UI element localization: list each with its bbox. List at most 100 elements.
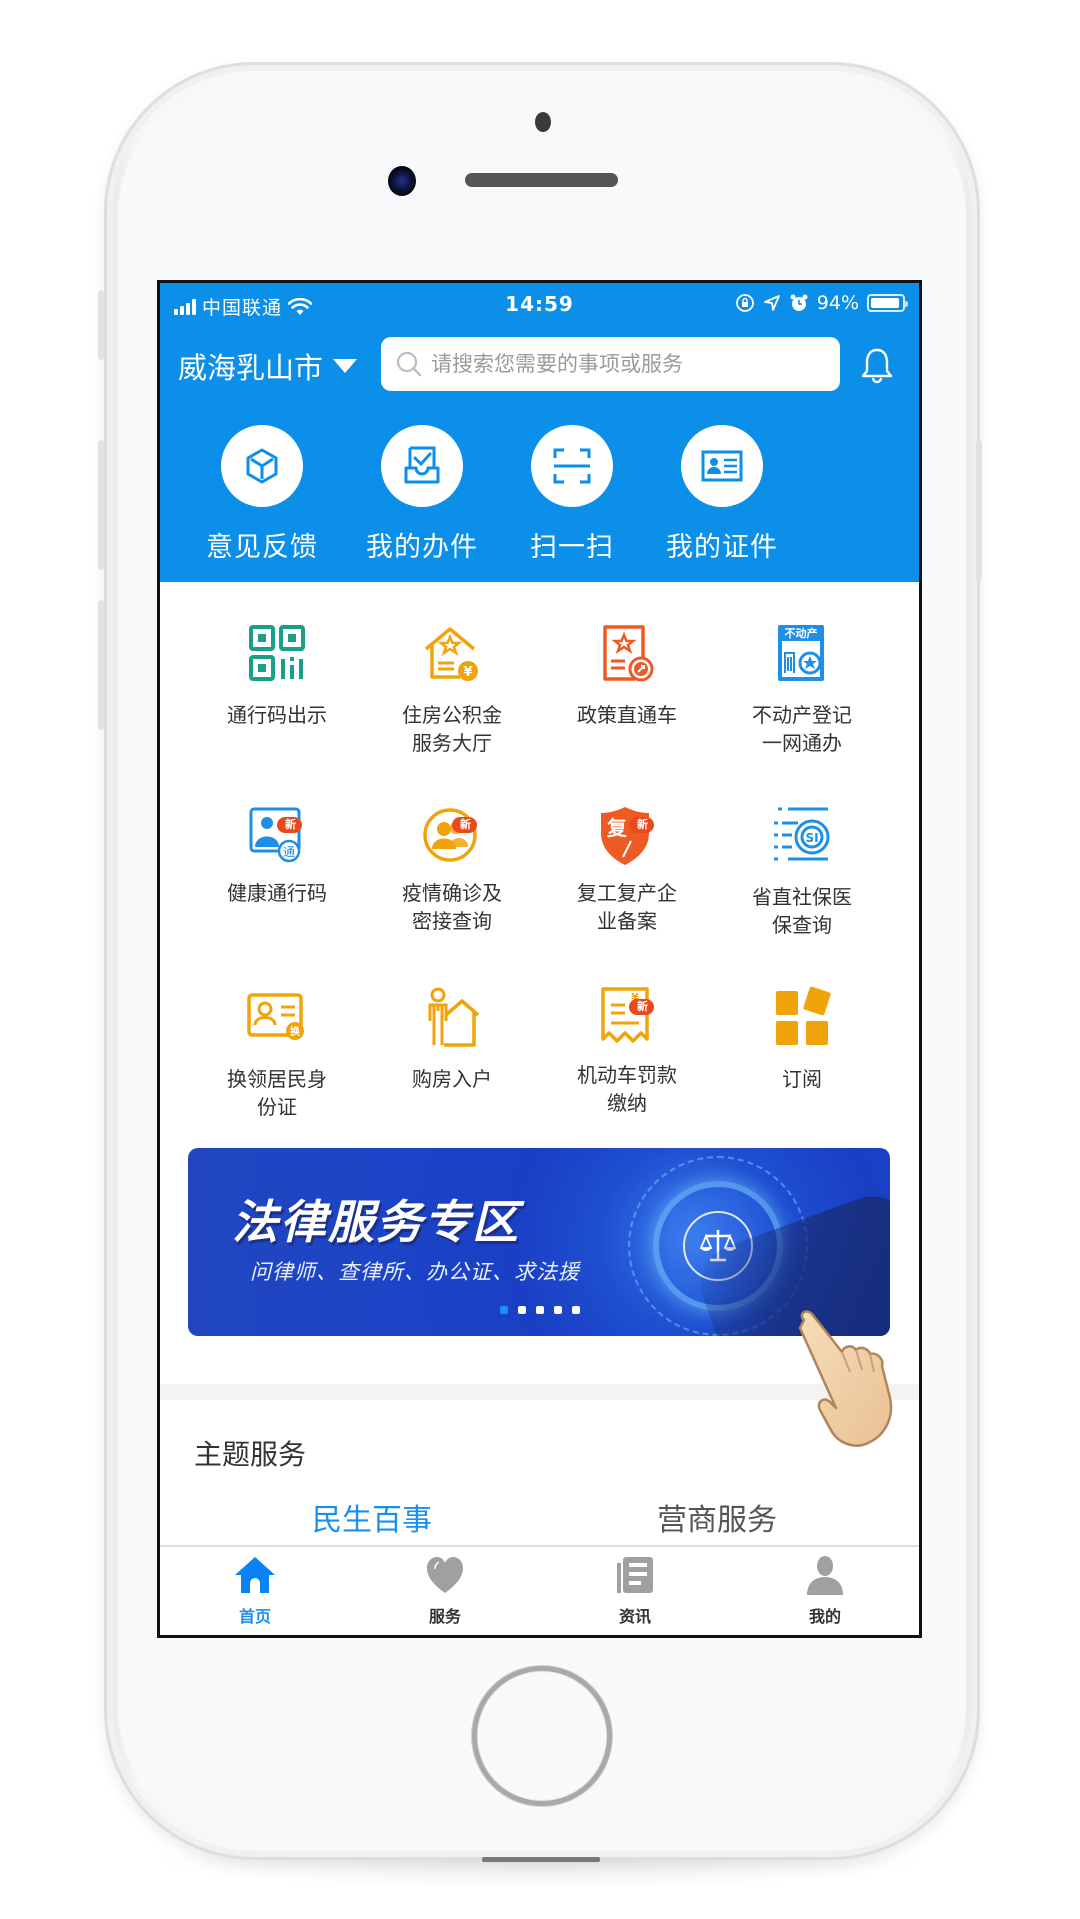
service-epidemic-query[interactable]: 新 疫情确诊及密接查询 — [367, 803, 537, 935]
status-bar: 中国联通 14:59 94% — [160, 283, 919, 329]
inbox-check-icon — [404, 446, 440, 484]
epidemic-query-icon — [423, 808, 477, 862]
banner-subtitle: 问律师、查律所、办公证、求法援 — [250, 1260, 580, 1284]
carousel-dot[interactable] — [572, 1306, 580, 1314]
carousel-dot[interactable] — [500, 1306, 508, 1314]
svg-text:¥: ¥ — [463, 665, 472, 680]
volume-up-button — [98, 440, 104, 570]
service-label: 省直社保医 — [752, 885, 852, 909]
real-estate-icon: 不动产 — [778, 625, 824, 681]
resume-work-shield-icon: 复 — [601, 807, 649, 865]
quick-action-label: 意见反馈 — [206, 532, 318, 563]
orientation-lock-icon — [735, 294, 754, 312]
quick-action-my-certificates[interactable]: 我的证件 — [637, 425, 807, 564]
tab-home[interactable]: 首页 — [195, 1555, 315, 1627]
alarm-icon — [790, 294, 808, 311]
search-input[interactable] — [431, 352, 811, 376]
house-fund-icon: ¥ — [424, 627, 478, 681]
service-id-renewal[interactable]: 换 换领居民身份证 — [192, 985, 362, 1121]
id-card-icon — [701, 450, 743, 482]
tap-hand-cursor-icon — [798, 1310, 893, 1447]
svg-text:换: 换 — [290, 1025, 301, 1038]
health-code-icon: 通 — [249, 807, 301, 863]
quick-action-feedback[interactable]: 意见反馈 — [177, 425, 347, 564]
svg-text:不动产: 不动产 — [785, 626, 818, 640]
city-name: 威海乳山市 — [178, 351, 324, 385]
service-label-2: 密接查询 — [412, 909, 492, 933]
news-icon — [617, 1557, 653, 1593]
quick-action-scan[interactable]: 扫一扫 — [487, 425, 657, 564]
search-bar[interactable] — [381, 337, 840, 391]
service-policy-express[interactable]: 政策直通车 — [542, 621, 712, 729]
front-camera — [388, 166, 416, 196]
service-label-2: 份证 — [257, 1095, 297, 1119]
topic-tab-business[interactable]: 营商服务 — [657, 1495, 777, 1539]
carousel-dot[interactable] — [536, 1306, 544, 1314]
carousel-dot[interactable] — [554, 1306, 562, 1314]
vehicle-fine-receipt-icon: ¥ — [601, 987, 649, 1043]
cube-icon — [246, 448, 278, 484]
tab-profile[interactable]: 我的 — [765, 1555, 885, 1627]
new-badge: 新 — [629, 999, 654, 1015]
user-icon — [807, 1556, 843, 1595]
service-label: 订阅 — [782, 1067, 822, 1091]
service-label: 购房入户 — [412, 1067, 492, 1091]
home-button[interactable] — [472, 1666, 612, 1806]
new-badge: 新 — [277, 817, 302, 833]
id-renewal-icon: 换 — [247, 993, 304, 1040]
home-icon — [235, 1557, 275, 1593]
legal-services-banner[interactable]: 法律服务专区 问律师、查律所、办公证、求法援 — [188, 1148, 890, 1336]
topic-tab-livelihood[interactable]: 民生百事 — [312, 1495, 432, 1539]
tab-label: 首页 — [238, 1607, 271, 1626]
quick-action-label: 我的办件 — [366, 532, 478, 563]
power-button — [976, 440, 982, 580]
bell-icon[interactable] — [858, 345, 896, 387]
qr-code-icon — [249, 625, 305, 681]
service-pass-code[interactable]: 通行码出示 — [192, 621, 362, 729]
service-label-2: 缴纳 — [607, 1091, 647, 1115]
search-icon — [396, 351, 422, 377]
tab-news[interactable]: 资讯 — [575, 1555, 695, 1627]
svg-text:SI: SI — [805, 831, 818, 845]
caret-down-icon — [333, 359, 358, 373]
tab-label: 我的 — [808, 1607, 841, 1626]
service-housing-fund[interactable]: ¥ 住房公积金 服务大厅 — [367, 621, 537, 757]
location-icon — [763, 295, 780, 311]
service-label: 健康通行码 — [227, 881, 327, 905]
service-label: 疫情确诊及 — [402, 881, 502, 905]
service-label: 复工复产企 — [577, 881, 677, 905]
tab-label: 服务 — [428, 1607, 461, 1626]
tab-services[interactable]: 服务 — [385, 1555, 505, 1627]
service-health-code[interactable]: 通 新 健康通行码 — [192, 803, 362, 907]
proximity-sensor — [535, 112, 551, 132]
service-label: 不动产登记 — [752, 703, 852, 727]
svg-text:通: 通 — [283, 845, 295, 859]
service-label-2: 业备案 — [597, 909, 657, 933]
banner-title: 法律服务专区 — [232, 1195, 520, 1249]
quick-action-label: 扫一扫 — [530, 532, 614, 563]
svg-text:复: 复 — [606, 816, 628, 840]
service-label: 机动车罚款 — [577, 1063, 677, 1087]
carousel-dot[interactable] — [518, 1306, 526, 1314]
new-badge: 新 — [452, 817, 477, 833]
topic-section-title: 主题服务 — [194, 1438, 307, 1471]
scan-icon — [553, 448, 591, 484]
service-social-security[interactable]: SI 省直社保医保查询 — [717, 803, 887, 939]
service-label: 政策直通车 — [577, 703, 677, 727]
quick-action-label: 我的证件 — [666, 532, 778, 563]
service-home-purchase[interactable]: 购房入户 — [367, 985, 537, 1093]
service-label: 换领居民身 — [227, 1067, 327, 1091]
service-resume-work[interactable]: 复 新 复工复产企业备案 — [542, 803, 712, 935]
service-vehicle-fine[interactable]: ¥ 新 机动车罚款缴纳 — [542, 985, 712, 1117]
battery-percent: 94% — [816, 292, 859, 314]
service-subscribe[interactable]: 订阅 — [717, 985, 887, 1093]
volume-down-button — [98, 600, 104, 730]
mute-switch — [98, 290, 104, 360]
bottom-tab-bar: 首页 服务 资讯 我的 — [160, 1545, 919, 1635]
service-real-estate[interactable]: 不动产 不动产登记 一网通办 — [717, 621, 887, 757]
policy-document-icon — [603, 625, 654, 682]
city-selector[interactable]: 威海乳山市 — [178, 345, 358, 387]
quick-action-my-cases[interactable]: 我的办件 — [337, 425, 507, 564]
service-label-2: 保查询 — [772, 913, 832, 937]
new-badge: 新 — [629, 817, 654, 833]
